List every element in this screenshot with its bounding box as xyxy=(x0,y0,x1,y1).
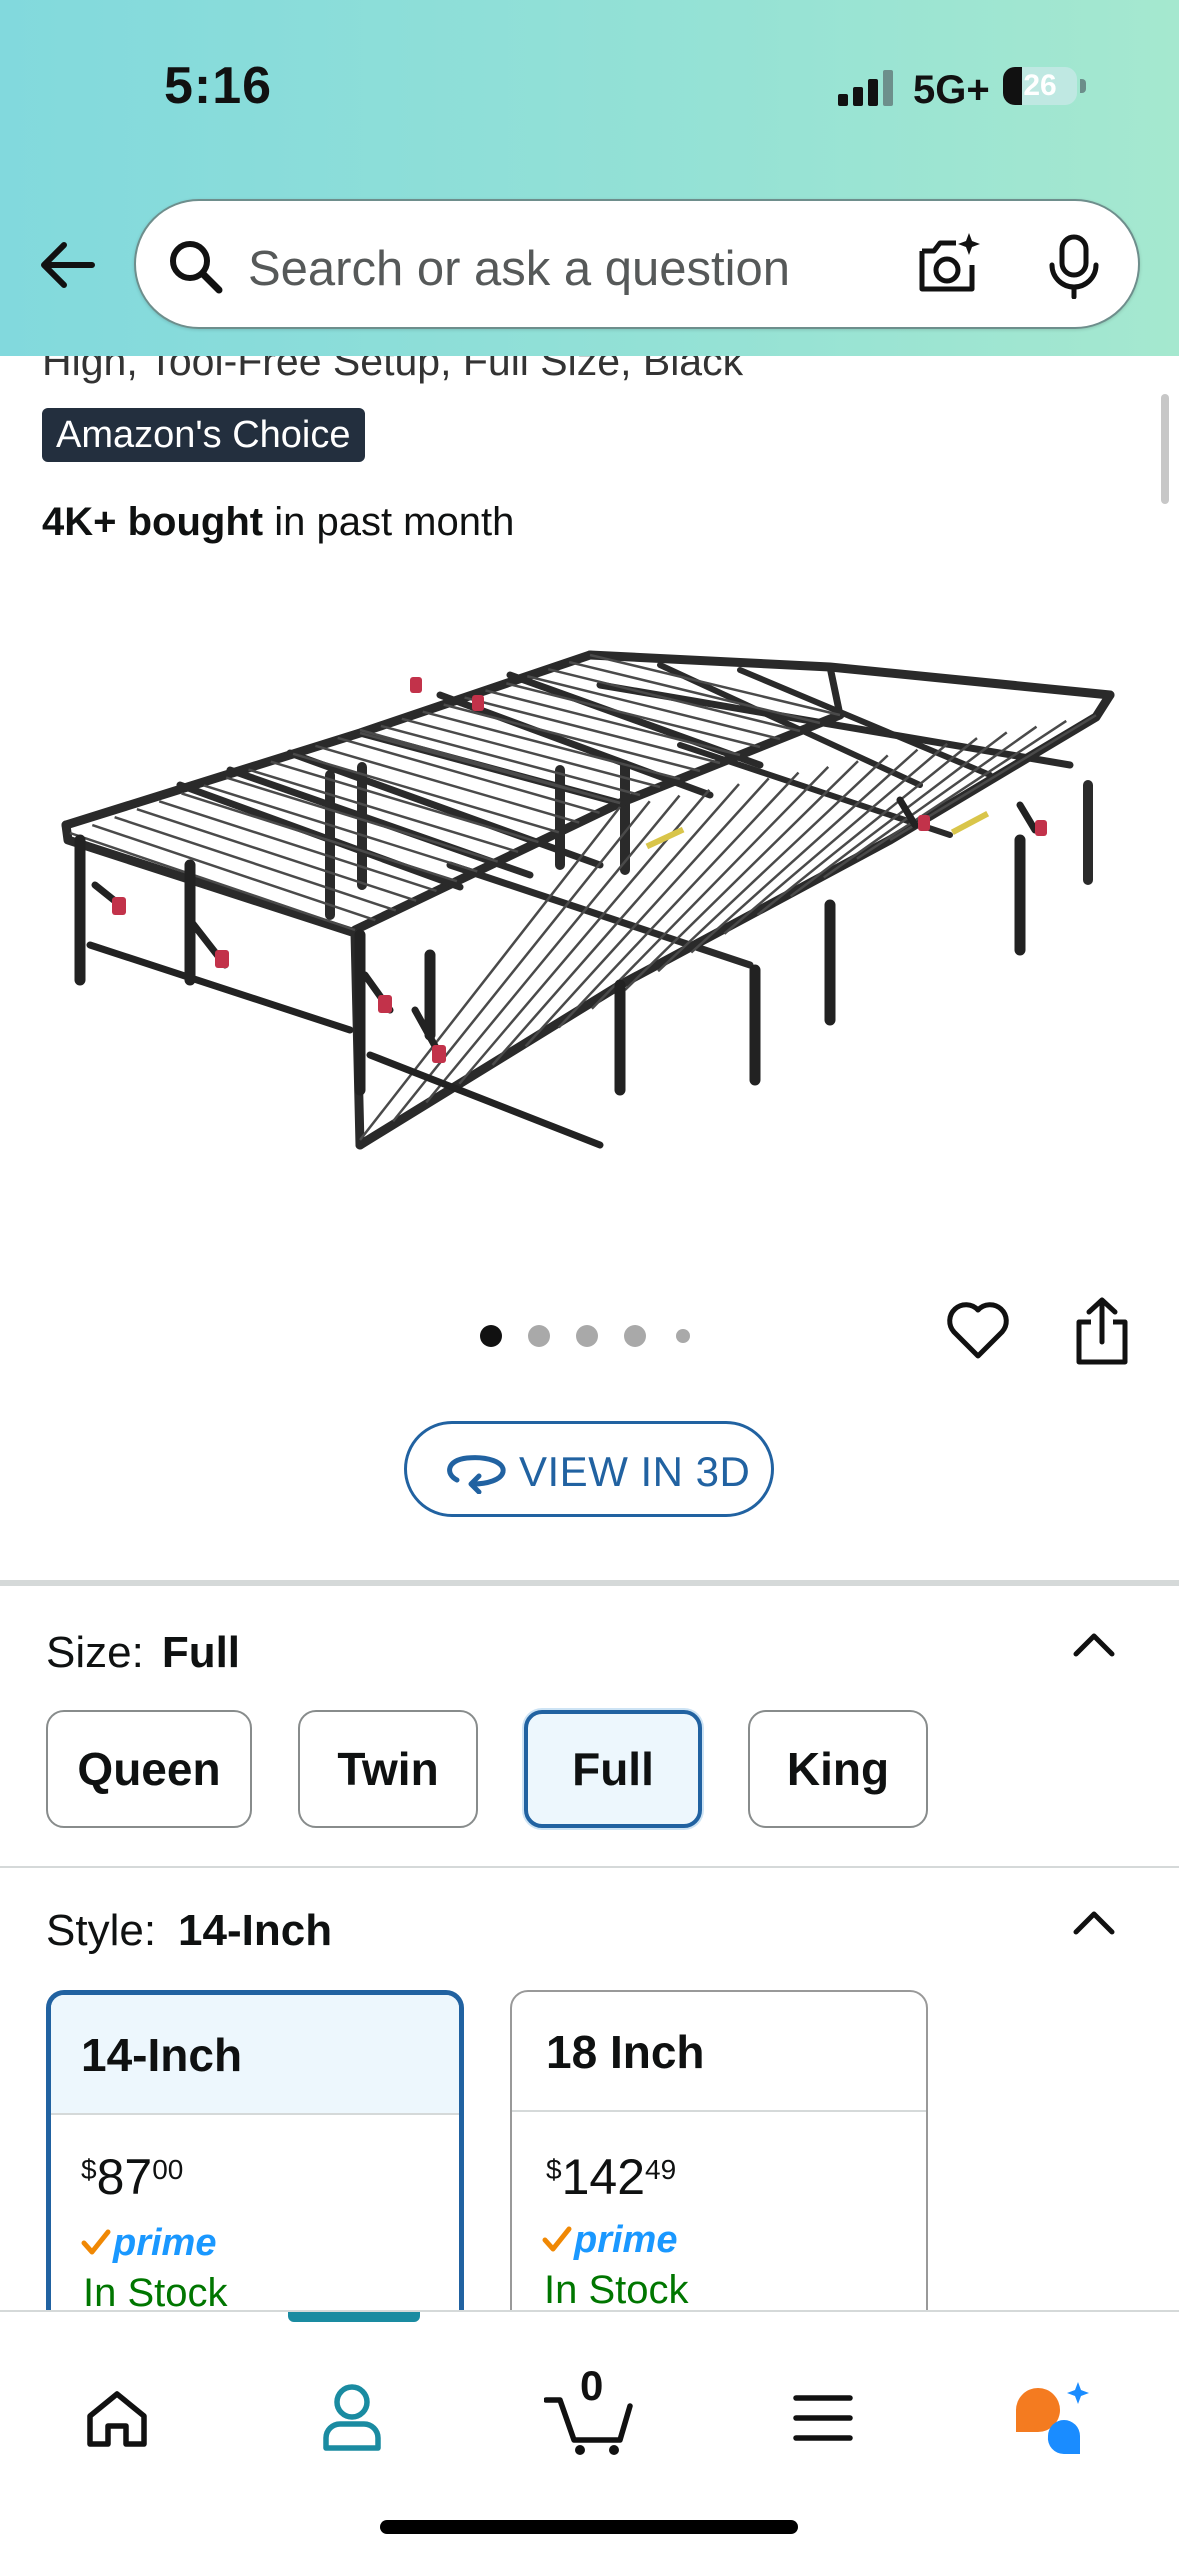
bought-in-past-month: 4K+ bought in past month xyxy=(42,500,514,545)
battery-icon: 26 xyxy=(1003,67,1087,107)
chevron-up-icon[interactable] xyxy=(1068,1904,1120,1940)
heart-icon[interactable] xyxy=(946,1300,1010,1360)
style-option-name: 18 Inch xyxy=(546,2026,705,2078)
app-header: 5:16 5G+ 26 Search or ask a question xyxy=(0,0,1179,356)
bought-count: 4K+ bought xyxy=(42,500,264,544)
section-divider xyxy=(0,1866,1179,1868)
cart-icon[interactable]: 0 xyxy=(544,2356,634,2456)
style-option-price: $14249 xyxy=(546,2149,677,2205)
size-selected-value: Full xyxy=(161,1628,241,1677)
account-icon[interactable] xyxy=(320,2382,384,2452)
chevron-up-icon[interactable] xyxy=(1068,1626,1120,1662)
network-type: 5G+ xyxy=(913,68,990,112)
section-divider xyxy=(0,1580,1179,1586)
availability-text: In Stock xyxy=(544,2268,689,2312)
size-option-full[interactable]: Full xyxy=(524,1710,702,1828)
prime-check-icon xyxy=(542,2226,572,2252)
search-input[interactable]: Search or ask a question xyxy=(248,241,790,297)
style-selected-value: 14-Inch xyxy=(178,1906,333,1955)
menu-icon[interactable] xyxy=(792,2392,854,2444)
bought-period: in past month xyxy=(263,500,515,544)
camera-search-icon[interactable] xyxy=(914,229,984,299)
battery-percent: 26 xyxy=(1023,69,1057,102)
size-label: Size: xyxy=(46,1628,144,1677)
active-tab-indicator xyxy=(288,2312,420,2322)
rufus-assistant-icon[interactable] xyxy=(1012,2380,1096,2456)
rotate-3d-icon xyxy=(447,1455,506,1494)
style-label: Style: xyxy=(46,1906,157,1955)
prime-badge: prime xyxy=(542,2218,677,2262)
bottom-navigation-bar: 0 xyxy=(0,2310,1179,2558)
carousel-dot[interactable] xyxy=(576,1325,598,1347)
home-indicator xyxy=(380,2520,798,2534)
status-time: 5:16 xyxy=(164,57,273,115)
amazons-choice-badge: Amazon's Choice xyxy=(42,408,365,462)
carousel-dot[interactable] xyxy=(480,1325,502,1347)
image-carousel-dots[interactable] xyxy=(480,1325,710,1349)
microphone-icon[interactable] xyxy=(1044,233,1104,299)
cellular-signal-icon xyxy=(838,70,893,106)
search-icon xyxy=(170,241,223,294)
carousel-dot[interactable] xyxy=(676,1329,690,1343)
bed-frame-product-image[interactable] xyxy=(60,625,1120,1185)
view-in-3d-label: VIEW IN 3D xyxy=(519,1448,751,1495)
cart-count: 0 xyxy=(580,2362,604,2409)
prime-check-icon xyxy=(81,2229,111,2255)
home-icon[interactable] xyxy=(84,2388,150,2450)
style-heading: Style: 14-Inch xyxy=(46,1906,332,1956)
size-option-king[interactable]: King xyxy=(748,1710,928,1828)
style-option-name: 14-Inch xyxy=(81,2029,243,2081)
size-option-twin[interactable]: Twin xyxy=(298,1710,478,1828)
back-arrow-icon[interactable] xyxy=(34,232,100,298)
scrollbar[interactable] xyxy=(1161,394,1169,504)
carousel-dot[interactable] xyxy=(528,1325,550,1347)
search-bar[interactable]: Search or ask a question xyxy=(134,199,1140,329)
view-in-3d-button[interactable]: VIEW IN 3D xyxy=(404,1421,774,1517)
share-icon[interactable] xyxy=(1071,1296,1133,1366)
size-option-queen[interactable]: Queen xyxy=(46,1710,252,1828)
prime-badge: prime xyxy=(81,2221,216,2265)
size-heading: Size: Full xyxy=(46,1628,240,1678)
style-option-price: $8700 xyxy=(81,2149,184,2205)
carousel-dot[interactable] xyxy=(624,1325,646,1347)
